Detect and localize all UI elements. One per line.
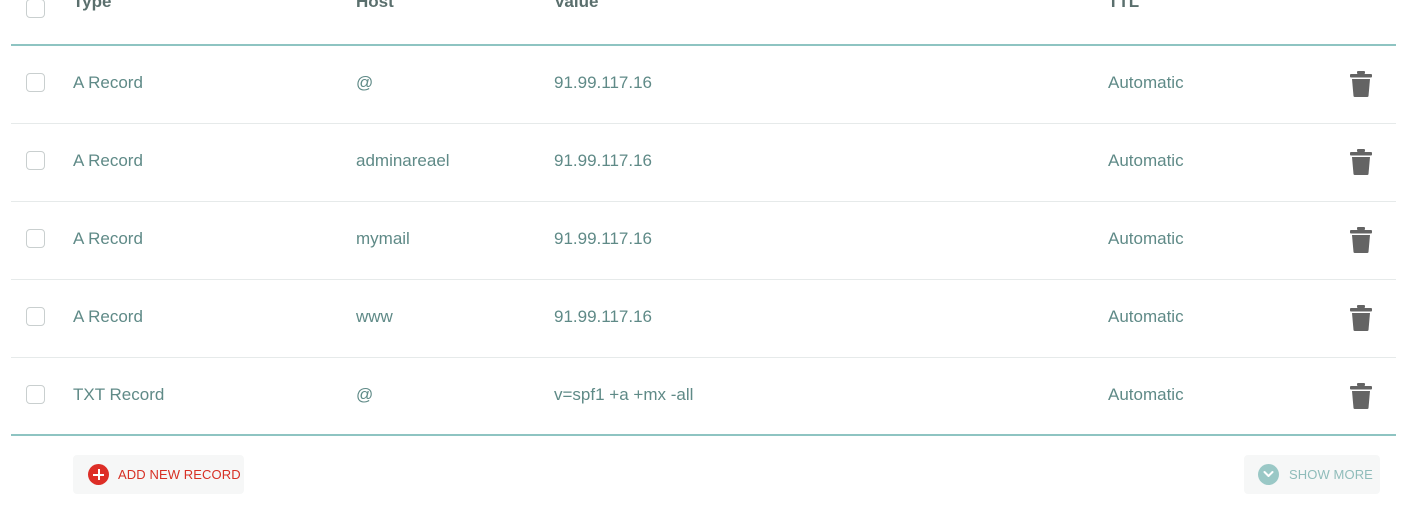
record-host: @ xyxy=(356,73,374,92)
record-type: A Record xyxy=(73,307,143,326)
record-type: TXT Record xyxy=(73,385,165,404)
add-new-record-label: ADD NEW RECORD xyxy=(118,467,241,482)
record-value: 91.99.117.16 xyxy=(554,151,652,170)
row-checkbox[interactable] xyxy=(26,73,45,92)
record-ttl: Automatic xyxy=(1108,229,1184,248)
record-ttl: Automatic xyxy=(1108,151,1184,170)
row-checkbox[interactable] xyxy=(26,151,45,170)
row-checkbox[interactable] xyxy=(26,307,45,326)
show-more-button[interactable]: SHOW MORE xyxy=(1244,455,1380,494)
trash-icon[interactable] xyxy=(1349,305,1373,331)
table-row: TXT Record @ v=spf1 +a +mx -all Automati… xyxy=(11,358,1396,436)
trash-icon[interactable] xyxy=(1349,71,1373,97)
table-row: A Record www 91.99.117.16 Automatic xyxy=(11,280,1396,358)
column-header-host[interactable]: Host xyxy=(356,0,394,12)
trash-icon[interactable] xyxy=(1349,227,1373,253)
column-header-ttl[interactable]: TTL xyxy=(1108,0,1139,12)
record-value: 91.99.117.16 xyxy=(554,73,652,92)
record-ttl: Automatic xyxy=(1108,385,1184,404)
add-new-record-button[interactable]: ADD NEW RECORD xyxy=(73,455,244,494)
row-checkbox[interactable] xyxy=(26,229,45,248)
record-type: A Record xyxy=(73,151,143,170)
record-ttl: Automatic xyxy=(1108,73,1184,92)
column-header-type[interactable]: Type xyxy=(73,0,111,12)
select-all-checkbox[interactable] xyxy=(26,0,45,18)
record-value: 91.99.117.16 xyxy=(554,229,652,248)
show-more-label: SHOW MORE xyxy=(1289,467,1373,482)
column-header-value[interactable]: Value xyxy=(554,0,598,12)
record-host: mymail xyxy=(356,229,410,248)
chevron-down-circle-icon xyxy=(1258,464,1279,485)
record-ttl: Automatic xyxy=(1108,307,1184,326)
table-row: A Record mymail 91.99.117.16 Automatic xyxy=(11,202,1396,280)
row-checkbox[interactable] xyxy=(26,385,45,404)
record-type: A Record xyxy=(73,229,143,248)
record-value: 91.99.117.16 xyxy=(554,307,652,326)
table-footer: ADD NEW RECORD SHOW MORE xyxy=(0,438,1428,508)
table-row: A Record adminareael 91.99.117.16 Automa… xyxy=(11,124,1396,202)
record-type: A Record xyxy=(73,73,143,92)
dns-records-table: Type Host Value TTL A Record @ 91.99.117… xyxy=(11,0,1396,436)
trash-icon[interactable] xyxy=(1349,149,1373,175)
table-header: Type Host Value TTL xyxy=(11,0,1396,46)
record-host: @ xyxy=(356,385,374,404)
record-value: v=spf1 +a +mx -all xyxy=(554,385,694,404)
record-host: www xyxy=(356,307,393,326)
plus-circle-icon xyxy=(88,464,109,485)
record-host: adminareael xyxy=(356,151,450,170)
trash-icon[interactable] xyxy=(1349,383,1373,409)
table-row: A Record @ 91.99.117.16 Automatic xyxy=(11,46,1396,124)
